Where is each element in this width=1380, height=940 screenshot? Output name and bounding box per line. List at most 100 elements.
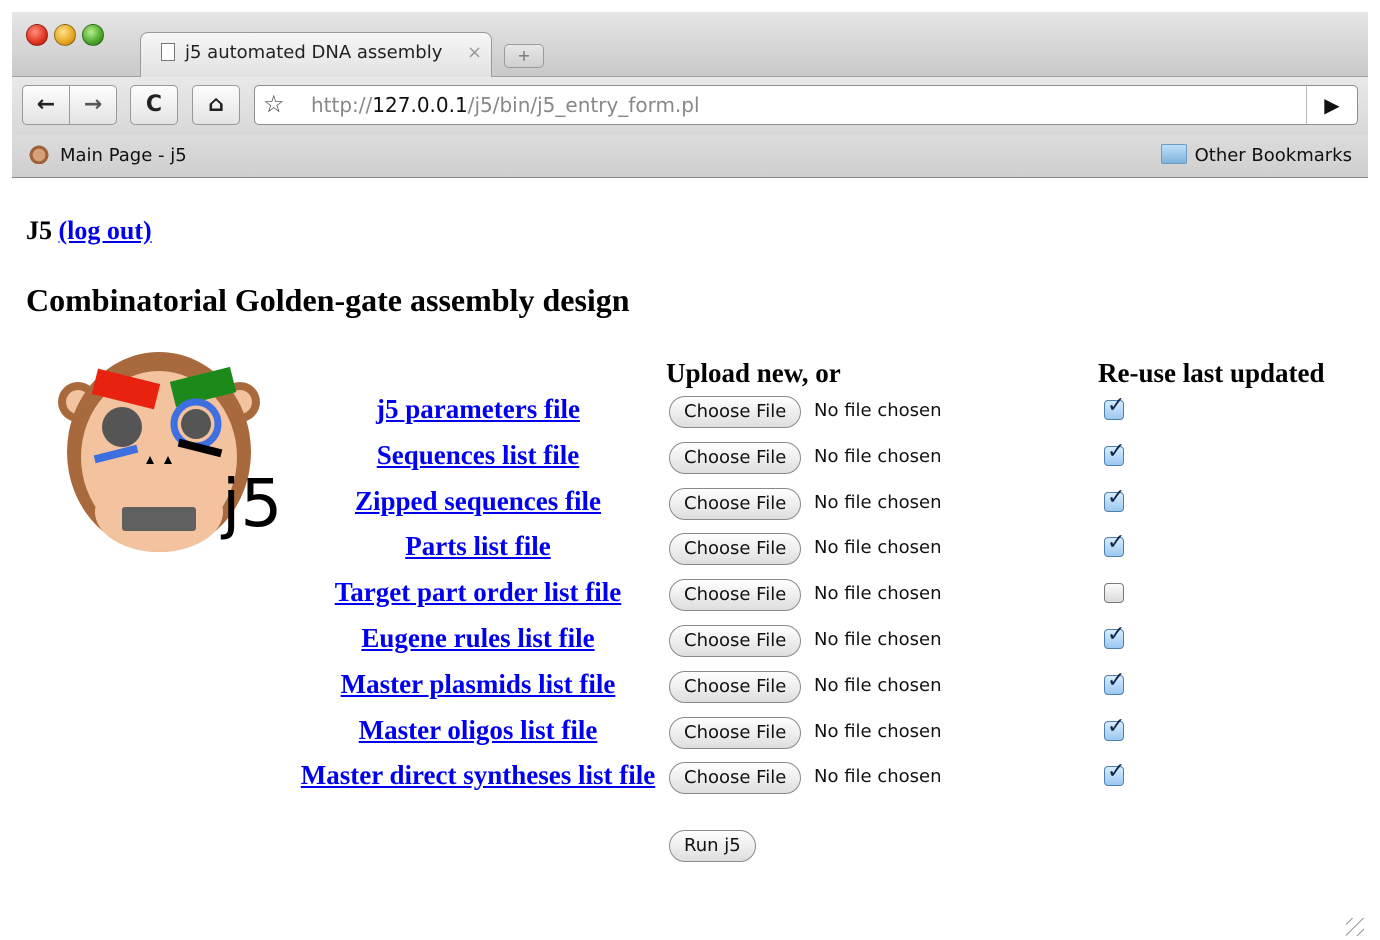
username: J5: [26, 216, 52, 245]
file-help-link[interactable]: Sequences list file: [377, 440, 580, 470]
choose-file-button[interactable]: Choose File: [669, 487, 802, 520]
checkmark-icon: ✓: [1107, 484, 1126, 510]
page-title: Combinatorial Golden-gate assembly desig…: [26, 282, 630, 318]
reuse-checkbox[interactable]: ✓: [1104, 714, 1125, 741]
reuse-checkbox[interactable]: ✓: [1104, 439, 1125, 466]
url-host: 127.0.0.1: [372, 93, 468, 117]
go-icon[interactable]: ▶: [1306, 86, 1357, 124]
no-file-status: No file chosen: [814, 583, 942, 605]
choose-file-button[interactable]: Choose File: [669, 533, 802, 566]
home-button[interactable]: ⌂: [192, 85, 240, 125]
choose-file-button[interactable]: Choose File: [669, 579, 802, 612]
no-file-status: No file chosen: [814, 491, 942, 513]
close-tab-icon[interactable]: ×: [467, 42, 482, 63]
url-path: /j5/bin/j5_entry_form.pl: [467, 93, 700, 117]
title-bar: j5 automated DNA assembly × +: [12, 12, 1368, 77]
j5-favicon-icon: [28, 144, 50, 164]
new-tab-button[interactable]: +: [504, 44, 544, 68]
forward-button[interactable]: →: [69, 85, 117, 125]
file-help-link[interactable]: Eugene rules list file: [361, 623, 594, 653]
file-help-link[interactable]: Zipped sequences file: [355, 486, 601, 516]
no-file-status: No file chosen: [814, 537, 942, 559]
choose-file-button[interactable]: Choose File: [669, 625, 802, 657]
browser-toolbar: ← → C ⌂ ☆ http://127.0.0.1/j5/bin/j5_ent…: [12, 77, 1368, 135]
no-file-status: No file chosen: [814, 766, 942, 788]
file-label: Eugene rules list file: [292, 623, 664, 654]
checkmark-icon: ✓: [1107, 622, 1126, 647]
file-row: Master oligos list file Choose File No fil…: [12, 711, 1368, 755]
file-label: Master plasmids list file: [292, 669, 664, 700]
file-label: Parts list file: [292, 531, 664, 562]
page-content: J5 (log out) Combinatorial Golden-gate a…: [12, 178, 1368, 940]
folder-icon: [1160, 144, 1187, 164]
page-icon: [161, 43, 175, 61]
bookmark-main-page[interactable]: Main Page - j5: [28, 144, 187, 166]
file-label: Master oligos list file: [292, 715, 664, 746]
checkmark-icon: ✓: [1107, 438, 1126, 464]
checkmark-icon: ✓: [1107, 667, 1126, 693]
zoom-window-button[interactable]: [82, 24, 104, 46]
checkmark-icon: ✓: [1107, 530, 1126, 556]
bookmark-star-icon[interactable]: ☆: [263, 90, 285, 118]
bookmarks-bar: Main Page - j5 Other Bookmarks: [12, 135, 1368, 178]
checkmark-icon: ✓: [1107, 713, 1126, 739]
no-file-status: No file chosen: [814, 445, 942, 467]
browser-tab[interactable]: j5 automated DNA assembly ×: [140, 32, 492, 77]
file-label: Zipped sequences file: [292, 486, 664, 517]
file-help-link[interactable]: Target part order list file: [335, 577, 621, 607]
address-bar[interactable]: ☆ http://127.0.0.1/j5/bin/j5_entry_form.…: [254, 85, 1358, 125]
file-label: Target part order list file: [292, 577, 664, 608]
choose-file-button[interactable]: Choose File: [669, 441, 802, 474]
tab-title: j5 automated DNA assembly: [185, 42, 443, 63]
run-j5-button[interactable]: Run j5: [669, 830, 756, 862]
file-row: Parts list file Choose File No file chosen…: [12, 527, 1368, 571]
resize-grip-icon[interactable]: [1346, 918, 1364, 936]
reuse-checkbox[interactable]: ✓: [1104, 393, 1125, 420]
no-file-status: No file chosen: [814, 674, 942, 696]
url-text[interactable]: http://127.0.0.1/j5/bin/j5_entry_form.pl: [311, 93, 700, 117]
choose-file-button[interactable]: Choose File: [669, 716, 802, 749]
bookmark-label: Main Page - j5: [60, 145, 187, 166]
checkmark-icon: ✓: [1107, 393, 1126, 418]
no-file-status: No file chosen: [814, 629, 942, 650]
no-file-status: No file chosen: [814, 400, 942, 421]
file-row: Master direct syntheses list file Choose …: [12, 756, 1368, 800]
file-row: j5 parameters file Choose File No file cho…: [12, 390, 1368, 434]
file-row: Zipped sequences file Choose File No file …: [12, 482, 1368, 526]
file-row: Master plasmids list file Choose File No f…: [12, 665, 1368, 709]
reuse-checkbox[interactable]: ✓: [1104, 530, 1125, 558]
file-row: Target part order list file Choose File No…: [12, 573, 1368, 617]
file-help-link[interactable]: Master direct syntheses list file: [301, 760, 655, 790]
checkmark-icon: ✓: [1107, 759, 1126, 785]
file-help-link[interactable]: Master plasmids list file: [341, 669, 616, 699]
minimize-window-button[interactable]: [54, 24, 76, 46]
file-label: Master direct syntheses list file: [292, 760, 664, 791]
choose-file-button[interactable]: Choose File: [669, 670, 802, 703]
url-scheme: http://: [311, 93, 373, 117]
close-window-button[interactable]: [26, 24, 48, 46]
file-label: Sequences list file: [292, 440, 664, 471]
other-bookmarks[interactable]: Other Bookmarks: [1160, 144, 1352, 166]
file-help-link[interactable]: j5 parameters file: [376, 394, 580, 424]
file-help-link[interactable]: Master oligos list file: [359, 715, 598, 745]
choose-file-button[interactable]: Choose File: [669, 396, 802, 428]
reload-button[interactable]: C: [130, 85, 178, 125]
upload-column-header: Upload new, or: [666, 358, 841, 388]
file-row: Eugene rules list file Choose File No file…: [12, 619, 1368, 663]
back-button[interactable]: ←: [22, 85, 70, 125]
no-file-status: No file chosen: [814, 720, 942, 742]
reuse-checkbox[interactable]: ✓: [1104, 622, 1125, 649]
reuse-checkbox[interactable]: [1104, 583, 1124, 604]
reuse-column-header: Re-use last updated: [1098, 358, 1325, 388]
file-row: Sequences list file Choose File No file ch…: [12, 436, 1368, 480]
file-help-link[interactable]: Parts list file: [405, 531, 550, 561]
user-line: J5 (log out): [26, 216, 152, 246]
other-bookmarks-label: Other Bookmarks: [1194, 145, 1352, 166]
reuse-checkbox[interactable]: ✓: [1104, 759, 1125, 787]
logout-link[interactable]: (log out): [59, 216, 152, 245]
browser-window: j5 automated DNA assembly × + ← → C ⌂ ☆ …: [12, 12, 1368, 940]
reuse-checkbox[interactable]: ✓: [1104, 485, 1125, 512]
reuse-checkbox[interactable]: ✓: [1104, 668, 1125, 695]
choose-file-button[interactable]: Choose File: [669, 762, 802, 795]
file-label: j5 parameters file: [292, 394, 664, 425]
